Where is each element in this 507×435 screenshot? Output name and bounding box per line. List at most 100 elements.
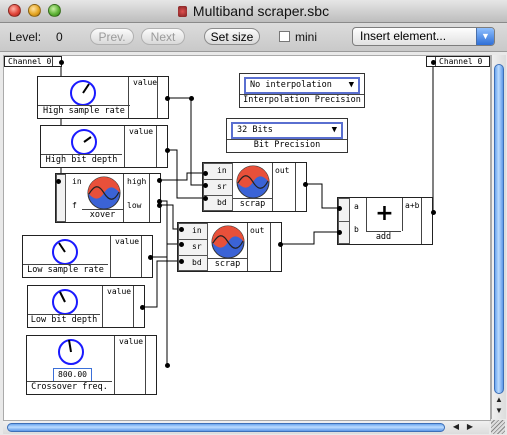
wire-scrap-bottom-out [280,231,339,245]
knob-icon[interactable] [69,127,99,157]
channel-out-label: Channel 0 [439,57,483,66]
xover-caption: xover [82,209,123,222]
add-caption: add [366,231,401,244]
value-port-label: value [129,127,154,136]
chevron-down-icon: ▼ [348,80,354,90]
mini-label: mini [295,30,318,44]
patch-canvas[interactable]: Channel 0 Channel 0 No interpolation ▼ I… [3,55,491,421]
knob-icon[interactable] [68,78,98,108]
connection-dot[interactable] [157,178,162,183]
connection-dot[interactable] [59,60,64,65]
scrap-bottom-sr-label: sr [192,242,202,251]
connection-dot[interactable] [179,227,184,232]
connection-dot[interactable] [303,182,308,187]
connection-dot[interactable] [157,203,162,208]
output-labels: out [247,223,272,271]
connection-dot[interactable] [278,242,283,247]
bit-precision-control: 32 Bits ▼ Bit Precision [226,118,348,153]
low-sample-rate-module[interactable]: Low sample rate value [22,235,153,278]
high-bit-depth-caption: High bit depth [41,154,122,167]
knob-area [38,77,128,107]
add-module[interactable]: a b + add a+b [337,197,433,245]
title-bar[interactable]: Multiband scraper.sbc [0,0,507,23]
mini-checkbox[interactable] [279,31,290,42]
value-port: value [124,126,159,167]
connection-dot[interactable] [165,96,170,101]
knob-icon[interactable] [50,287,80,317]
connection-dot[interactable] [431,210,436,215]
crossover-value-display[interactable]: 800.00 [53,368,92,382]
scrap-bottom-caption: scrap [208,258,247,271]
set-size-button[interactable]: Set size [204,28,260,45]
low-bit-depth-module[interactable]: Low bit depth value [27,285,145,328]
add-out-label: a+b [405,201,420,210]
knob-icon[interactable] [50,237,80,267]
value-port: value [114,336,147,394]
connection-dot[interactable] [148,255,153,260]
low-bit-depth-caption: Low bit depth [28,314,100,327]
connection-dot[interactable] [179,259,184,264]
port-divider [204,195,232,196]
connection-dot[interactable] [140,305,145,310]
insert-element-popup[interactable]: Insert element... ▼ [352,27,495,46]
value-port: value [110,236,143,277]
connection-dot[interactable] [337,206,342,211]
connection-dot[interactable] [203,171,208,176]
interpolation-value: No interpolation [250,80,332,90]
connection-dot[interactable] [56,179,61,184]
crossover-freq-module[interactable]: 800.00 Crossover freq. value [26,335,157,395]
connection-dot[interactable] [189,96,194,101]
connection-dot[interactable] [431,60,436,65]
xover-f-label: f [72,201,77,210]
scroll-down-icon[interactable]: ▼ [492,406,506,415]
output-column [421,198,432,244]
port-divider [179,255,207,256]
vertical-scroll-thumb[interactable] [494,64,504,394]
window-title-text: Multiband scraper.sbc [192,3,330,19]
vertical-scrollbar[interactable]: ▲ ▼ [491,55,506,419]
output-column [270,223,281,271]
app-window: Multiband scraper.sbc Level: 0 Prev. Nex… [0,0,507,435]
connection-dot[interactable] [337,230,342,235]
scrap-bottom-out-label: out [250,226,265,235]
connection-dot[interactable] [203,196,208,201]
scrap-bottom-module[interactable]: in sr bd scrap out [177,222,282,272]
connection-dot[interactable] [165,363,170,368]
high-sample-rate-module[interactable]: High sample rate value [37,76,169,119]
output-column [145,336,156,394]
scroll-right-icon[interactable]: ▶ [463,422,477,431]
next-button[interactable]: Next [141,28,185,45]
xover-in-label: in [72,177,82,186]
xover-low-label: low [127,201,142,210]
scroll-left-icon[interactable]: ◀ [449,422,463,431]
scrap-top-in-label: in [217,166,227,175]
add-b-label: b [354,225,359,234]
level-value: 0 [56,30,63,44]
prev-button[interactable]: Prev. [90,28,134,45]
insert-element-label: Insert element... [360,29,447,43]
wire-crossover [159,200,168,365]
high-bit-depth-module[interactable]: High bit depth value [40,125,168,168]
channel-in[interactable]: Channel 0 [4,56,62,67]
output-column [295,163,306,211]
connection-dot[interactable] [165,148,170,153]
bit-precision-select[interactable]: 32 Bits ▼ [231,122,343,139]
low-sample-rate-caption: Low sample rate [23,264,108,277]
interpolation-select[interactable]: No interpolation ▼ [244,77,360,94]
waveform-icon [87,176,121,210]
scrap-top-module[interactable]: in sr bd scrap out [202,162,307,212]
port-divider [339,221,349,222]
scroll-up-icon[interactable]: ▲ [492,395,506,404]
horizontal-scrollbar[interactable]: ◀ ▶ [3,420,489,434]
xover-module[interactable]: in f xover high low [55,173,161,223]
resize-grip[interactable] [491,420,505,434]
scrap-bottom-bd-label: bd [192,258,202,267]
connection-dot[interactable] [203,183,208,188]
value-port-label: value [115,237,140,246]
horizontal-scroll-thumb[interactable] [7,423,445,432]
knob-icon[interactable] [56,337,86,367]
interpolation-caption: Interpolation Precision [240,94,364,107]
scrap-top-sr-label: sr [217,182,227,191]
toolbar: Level: 0 Prev. Next Set size mini Insert… [0,23,507,52]
connection-dot[interactable] [179,242,184,247]
